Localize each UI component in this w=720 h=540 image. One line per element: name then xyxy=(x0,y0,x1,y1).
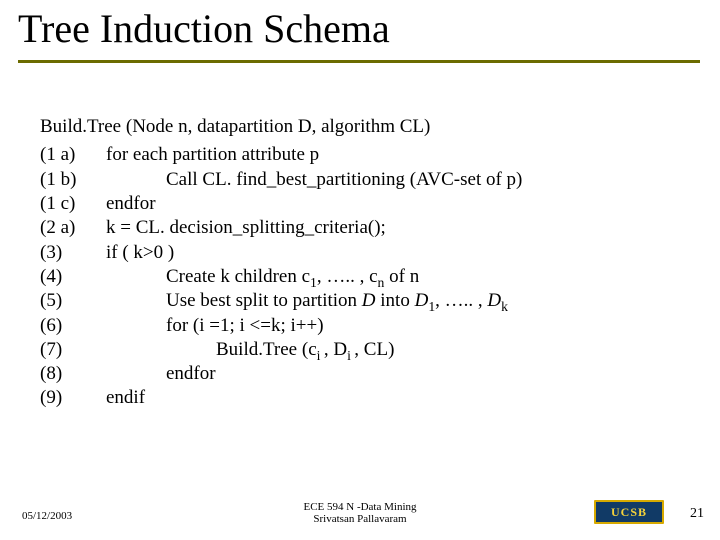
slide: Tree Induction Schema Build.Tree (Node n… xyxy=(0,0,720,540)
code-line: (6)for (i =1; i <=k; i++) xyxy=(40,314,690,338)
line-label: (7) xyxy=(40,338,106,362)
line-label: (8) xyxy=(40,362,106,386)
line-text: for each partition attribute p xyxy=(106,143,690,167)
line-label: (4) xyxy=(40,265,106,289)
line-label: (5) xyxy=(40,289,106,313)
code-line: (8)endfor xyxy=(40,362,690,386)
code-line: (9)endif xyxy=(40,386,690,410)
line-text: Call CL. find_best_partitioning (AVC-set… xyxy=(106,168,690,192)
line-text: for (i =1; i <=k; i++) xyxy=(106,314,690,338)
code-line: (4)Create k children c1, ….. , cn of n xyxy=(40,265,690,289)
footer: 05/12/2003 ECE 594 N -Data Mining Srivat… xyxy=(0,490,720,530)
line-label: (1 c) xyxy=(40,192,106,216)
line-text: Create k children c1, ….. , cn of n xyxy=(106,265,690,289)
slide-body: Build.Tree (Node n, datapartition D, alg… xyxy=(40,115,690,411)
code-line: (7)Build.Tree (ci , Di , CL) xyxy=(40,338,690,362)
line-text: Use best split to partition D into D1, …… xyxy=(106,289,690,313)
function-args: (Node n, datapartition D, algorithm CL) xyxy=(126,116,430,137)
code-line: (1 a)for each partition attribute p xyxy=(40,143,690,167)
line-text: k = CL. decision_splitting_criteria(); xyxy=(106,216,690,240)
slide-title: Tree Induction Schema xyxy=(18,8,700,50)
code-line: (5)Use best split to partition D into D1… xyxy=(40,289,690,313)
line-label: (6) xyxy=(40,314,106,338)
title-rule: Tree Induction Schema xyxy=(18,0,700,63)
line-label: (3) xyxy=(40,241,106,265)
page-number: 21 xyxy=(690,506,704,522)
code-line: (3)if ( k>0 ) xyxy=(40,241,690,265)
line-text: Build.Tree (ci , Di , CL) xyxy=(106,338,690,362)
line-text: if ( k>0 ) xyxy=(106,241,690,265)
function-name: Build.Tree xyxy=(40,116,121,137)
code-line: (2 a)k = CL. decision_splitting_criteria… xyxy=(40,216,690,240)
function-signature: Build.Tree (Node n, datapartition D, alg… xyxy=(40,115,690,139)
line-text: endfor xyxy=(106,192,690,216)
line-label: (1 a) xyxy=(40,143,106,167)
line-text: endfor xyxy=(106,362,690,386)
code-lines: (1 a)for each partition attribute p(1 b)… xyxy=(40,143,690,410)
line-label: (1 b) xyxy=(40,168,106,192)
ucsb-logo-text: UCSB xyxy=(611,505,647,520)
code-line: (1 c)endfor xyxy=(40,192,690,216)
code-line: (1 b)Call CL. find_best_partitioning (AV… xyxy=(40,168,690,192)
line-label: (9) xyxy=(40,386,106,410)
line-label: (2 a) xyxy=(40,216,106,240)
ucsb-logo: UCSB xyxy=(594,500,664,524)
line-text: endif xyxy=(106,386,690,410)
